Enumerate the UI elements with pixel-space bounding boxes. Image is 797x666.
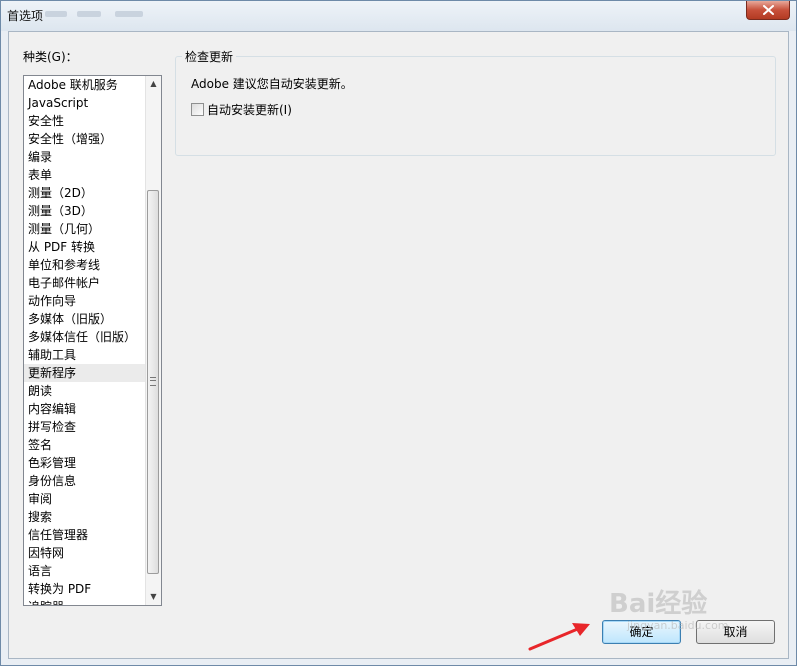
category-item[interactable]: 身份信息 xyxy=(24,472,145,490)
category-item[interactable]: 色彩管理 xyxy=(24,454,145,472)
grip-icon xyxy=(150,377,156,386)
scroll-thumb[interactable] xyxy=(147,190,159,574)
category-item[interactable]: 编录 xyxy=(24,148,145,166)
category-item[interactable]: 测量（几何） xyxy=(24,220,145,238)
category-item[interactable]: 测量（2D） xyxy=(24,184,145,202)
auto-install-checkbox[interactable] xyxy=(191,102,204,116)
close-icon xyxy=(763,5,774,15)
close-button[interactable] xyxy=(746,1,790,20)
category-item[interactable]: 转换为 PDF xyxy=(24,580,145,598)
category-item[interactable]: 追踪器 xyxy=(24,598,145,605)
group-title: 检查更新 xyxy=(182,48,237,65)
category-item[interactable]: 语言 xyxy=(24,562,145,580)
category-item[interactable]: 测量（3D） xyxy=(24,202,145,220)
category-item[interactable]: 安全性（增强） xyxy=(24,130,145,148)
category-item[interactable]: 拼写检查 xyxy=(24,418,145,436)
category-item[interactable]: 更新程序 xyxy=(24,364,145,382)
scroll-down-icon[interactable]: ▼ xyxy=(146,589,161,605)
title-bar-blurred-text xyxy=(115,11,143,17)
category-item[interactable]: 表单 xyxy=(24,166,145,184)
category-item[interactable]: 电子邮件帐户 xyxy=(24,274,145,292)
category-item[interactable]: 动作向导 xyxy=(24,292,145,310)
category-item[interactable]: 签名 xyxy=(24,436,145,454)
category-item[interactable]: 安全性 xyxy=(24,112,145,130)
cancel-button[interactable]: 取消 xyxy=(696,620,775,644)
category-item[interactable]: 多媒体信任（旧版） xyxy=(24,328,145,346)
category-scrollbar[interactable]: ▲ ▼ xyxy=(145,76,161,605)
category-item[interactable]: 因特网 xyxy=(24,544,145,562)
category-label: 种类(G)： xyxy=(23,50,78,64)
title-bar[interactable]: 首选项 xyxy=(1,1,796,31)
category-item[interactable]: 朗读 xyxy=(24,382,145,400)
category-item[interactable]: 多媒体（旧版） xyxy=(24,310,145,328)
auto-install-label[interactable]: 自动安装更新(I) xyxy=(207,101,292,118)
category-item[interactable]: 单位和参考线 xyxy=(24,256,145,274)
update-description: Adobe 建议您自动安装更新。 xyxy=(191,77,353,91)
category-item[interactable]: 从 PDF 转换 xyxy=(24,238,145,256)
category-items: Adobe 联机服务 JavaScript 安全性 安全性（增强） 编录 表单 测量（2D）… xyxy=(24,76,145,605)
auto-install-option[interactable]: 自动安装更新(I) xyxy=(191,101,292,117)
category-item[interactable]: 审阅 xyxy=(24,490,145,508)
annotation-arrow-icon xyxy=(528,623,590,651)
category-item[interactable]: 内容编辑 xyxy=(24,400,145,418)
category-item[interactable]: 搜索 xyxy=(24,508,145,526)
scroll-up-icon[interactable]: ▲ xyxy=(146,76,161,92)
category-item[interactable]: 信任管理器 xyxy=(24,526,145,544)
window-title: 首选项 xyxy=(7,9,44,23)
title-bar-blurred-text xyxy=(77,11,101,17)
category-item[interactable]: 辅助工具 xyxy=(24,346,145,364)
ok-button[interactable]: 确定 xyxy=(602,620,681,644)
check-updates-group: 检查更新 Adobe 建议您自动安装更新。 自动安装更新(I) xyxy=(175,48,776,156)
category-item[interactable]: JavaScript xyxy=(24,94,145,112)
dialog-content: 种类(G)： Adobe 联机服务 JavaScript 安全性 安全性（增强） 编录表… xyxy=(8,31,789,659)
category-item[interactable]: Adobe 联机服务 xyxy=(24,76,145,94)
preferences-dialog: 首选项 种类(G)： Adobe 联机服务 JavaScript 安全性 安全性（增强… xyxy=(0,0,797,666)
title-bar-blurred-text xyxy=(45,11,67,17)
category-listbox[interactable]: Adobe 联机服务 JavaScript 安全性 安全性（增强） 编录 表单 测量（2D）… xyxy=(23,75,162,606)
